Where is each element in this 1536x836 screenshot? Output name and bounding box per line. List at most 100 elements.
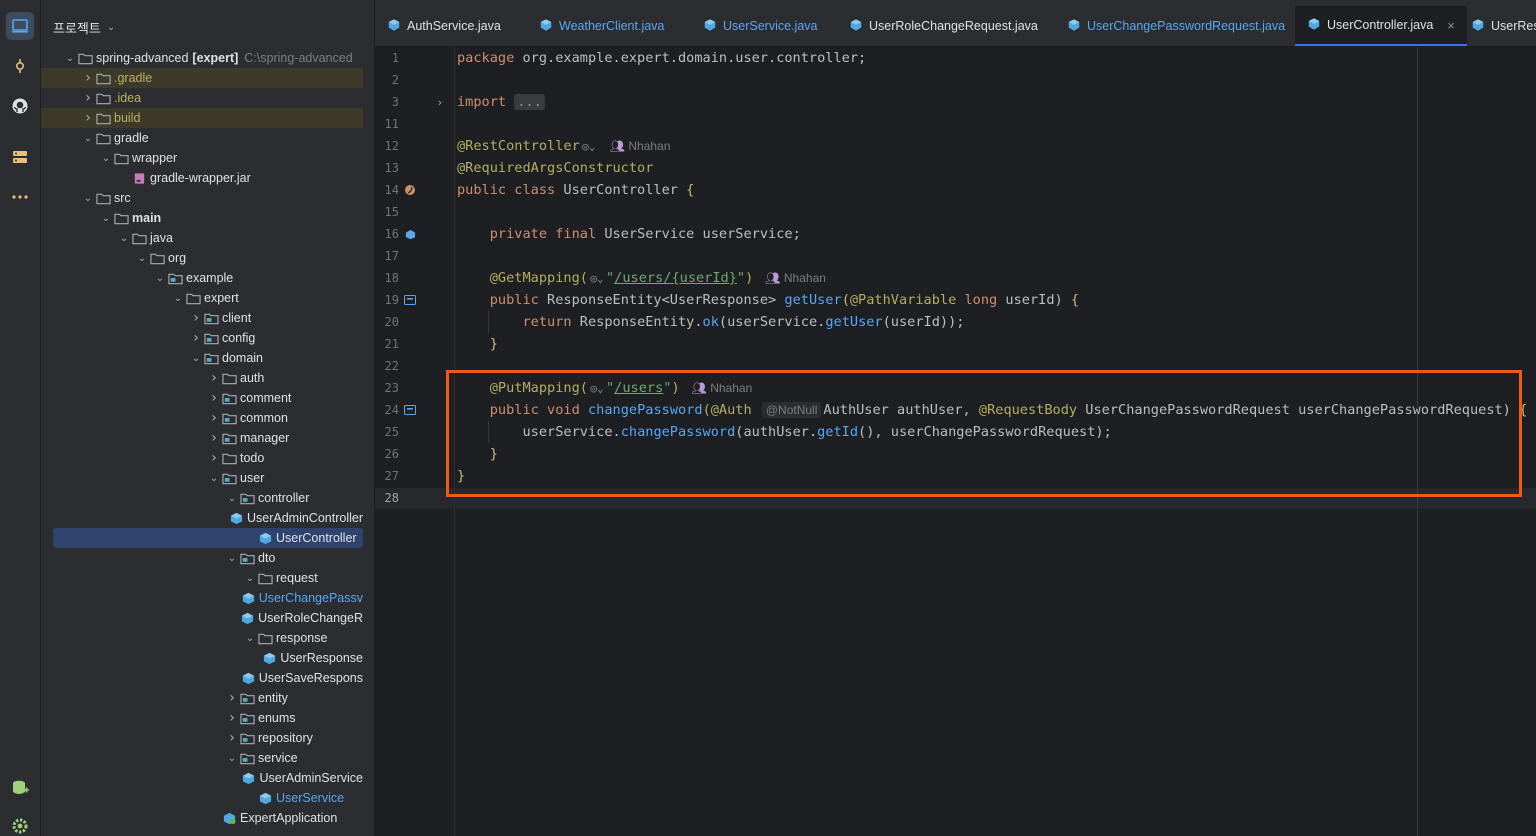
get-endpoint-link[interactable]: /users/{userId} xyxy=(614,270,737,286)
tree-item-expert[interactable]: ⌄ expert xyxy=(41,288,363,308)
web-globe-icon[interactable]: ◎⌄ xyxy=(588,268,606,290)
tree-item-domain[interactable]: ⌄ domain xyxy=(41,348,363,368)
tree-item-src[interactable]: ⌄ src xyxy=(41,188,363,208)
tree-item-manager[interactable]: › manager xyxy=(41,428,363,448)
chevron-right-icon[interactable]: › xyxy=(225,730,239,746)
tab-usercontroller-java[interactable]: UserController.java × xyxy=(1295,6,1467,46)
chevron-down-icon[interactable]: ⌄ xyxy=(225,493,239,504)
database-icon[interactable] xyxy=(6,774,34,802)
chevron-right-icon[interactable]: › xyxy=(225,710,239,726)
chevron-down-icon[interactable]: ⌄ xyxy=(207,473,221,484)
tree-item-example[interactable]: ⌄ example xyxy=(41,268,363,288)
folded-imports[interactable]: ... xyxy=(514,94,545,110)
chevron-down-icon[interactable]: ⌄ xyxy=(171,293,185,304)
chevron-down-icon[interactable]: ⌄ xyxy=(153,273,167,284)
tree-item-client[interactable]: › client xyxy=(41,308,363,328)
tree-item-usercontroller[interactable]: UserController xyxy=(53,528,363,548)
chevron-down-icon[interactable]: ⌄ xyxy=(81,193,95,204)
chevron-down-icon[interactable]: ⌄ xyxy=(99,213,113,224)
tree-item-org[interactable]: ⌄ org xyxy=(41,248,363,268)
tree-item-request[interactable]: ⌄ request xyxy=(41,568,363,588)
tree-item-main[interactable]: ⌄ main xyxy=(41,208,363,228)
chevron-right-icon[interactable]: › xyxy=(207,370,221,386)
tree-item-userservice[interactable]: UserService xyxy=(41,788,363,808)
tree-item-useradminservice[interactable]: UserAdminService xyxy=(41,768,363,788)
chevron-down-icon[interactable]: ⌄ xyxy=(225,553,239,564)
code-editor[interactable]: 1 2 3 11 12 13 14 15 16 17 18 19 20 21 22 23 24 25 26 27 28 … xyxy=(375,47,1536,836)
tree-item-build[interactable]: › build xyxy=(41,108,363,128)
spring-bean-icon[interactable] xyxy=(403,179,417,201)
tab-userservice-java[interactable]: UserService.java xyxy=(691,6,829,46)
tab-userresp[interactable]: UserResp xyxy=(1459,6,1536,46)
tree-item-controller[interactable]: ⌄ controller xyxy=(41,488,363,508)
tree-item-userrolechanger[interactable]: UserRoleChangeR xyxy=(41,608,363,628)
more-tools-icon[interactable] xyxy=(6,183,34,211)
settings-gear-icon[interactable] xyxy=(6,812,34,836)
tree-item-service[interactable]: ⌄ service xyxy=(41,748,363,768)
commit-icon[interactable] xyxy=(6,52,34,80)
chevron-right-icon[interactable]: › xyxy=(207,390,221,406)
tree-item-gradle[interactable]: ⌄ gradle xyxy=(41,128,363,148)
fold-expand-icon[interactable]: › xyxy=(433,91,447,113)
tree-item-entity[interactable]: › entity xyxy=(41,688,363,708)
chevron-right-icon[interactable]: › xyxy=(189,310,203,326)
tree-item-expertapplication[interactable]: ExpertApplication xyxy=(41,808,363,828)
line-number: 21 xyxy=(384,337,399,351)
tree-item-spring-advanced[interactable]: ⌄ spring-advanced [expert] C:\spring-advanc… xyxy=(41,48,363,68)
chevron-right-icon[interactable]: › xyxy=(81,70,95,86)
endpoint-icon[interactable] xyxy=(403,289,417,311)
java-class-icon xyxy=(1067,18,1081,35)
tree-item-repository[interactable]: › repository xyxy=(41,728,363,748)
tree-item-userresponse[interactable]: UserResponse xyxy=(41,648,363,668)
tree-item-todo[interactable]: › todo xyxy=(41,448,363,468)
chevron-down-icon[interactable]: ⌄ xyxy=(63,53,77,64)
tree-item-useradmincontroller[interactable]: UserAdminController xyxy=(41,508,363,528)
tab-weatherclient-java[interactable]: WeatherClient.java xyxy=(527,6,676,46)
line-number: 11 xyxy=(384,117,399,131)
tree-item-comment[interactable]: › comment xyxy=(41,388,363,408)
tree-item-label: UserService xyxy=(276,791,345,805)
chevron-right-icon[interactable]: › xyxy=(189,330,203,346)
endpoint-icon[interactable] xyxy=(403,399,417,421)
tree-item-dto[interactable]: ⌄ dto xyxy=(41,548,363,568)
chevron-down-icon[interactable]: ⌄ xyxy=(81,133,95,144)
tree-item-wrapper[interactable]: ⌄ wrapper xyxy=(41,148,363,168)
tree-item-java[interactable]: ⌄ java xyxy=(41,228,363,248)
tree-item-enums[interactable]: › enums xyxy=(41,708,363,728)
chevron-right-icon[interactable]: › xyxy=(225,690,239,706)
tree-item-idea[interactable]: › .idea xyxy=(41,88,363,108)
chevron-right-icon[interactable]: › xyxy=(81,110,95,126)
chevron-down-icon[interactable]: ⌄ xyxy=(225,753,239,764)
tree-item-userchangepassv[interactable]: UserChangePassv xyxy=(41,588,363,608)
tree-item-user[interactable]: ⌄ user xyxy=(41,468,363,488)
chevron-down-icon[interactable]: ⌄ xyxy=(243,573,257,584)
project-panel-header[interactable]: 프로젝트 ⌄ xyxy=(53,18,115,37)
chevron-right-icon[interactable]: › xyxy=(207,430,221,446)
web-globe-icon[interactable]: ◎⌄ xyxy=(580,136,598,158)
tree-item-gradle[interactable]: › .gradle xyxy=(41,68,363,88)
tree-item-label: ExpertApplication xyxy=(240,811,338,825)
chevron-down-icon[interactable]: ⌄ xyxy=(99,153,113,164)
injection-point-icon[interactable] xyxy=(403,223,417,245)
chevron-down-icon[interactable]: ⌄ xyxy=(189,353,203,364)
services-icon[interactable] xyxy=(6,143,34,171)
github-icon[interactable] xyxy=(6,92,34,120)
tree-item-auth[interactable]: › auth xyxy=(41,368,363,388)
chevron-down-icon[interactable]: ⌄ xyxy=(243,633,257,644)
tab-authservice-java[interactable]: AuthService.java xyxy=(375,6,513,46)
tree-item-usersaverespons[interactable]: UserSaveRespons xyxy=(41,668,363,688)
project-view-icon[interactable] xyxy=(6,12,34,40)
chevron-down-icon[interactable]: ⌄ xyxy=(135,253,149,264)
close-icon[interactable]: × xyxy=(1447,18,1455,33)
chevron-right-icon[interactable]: › xyxy=(81,90,95,106)
chevron-right-icon[interactable]: › xyxy=(207,410,221,426)
tree-item-config[interactable]: › config xyxy=(41,328,363,348)
tree-item-response[interactable]: ⌄ response xyxy=(41,628,363,648)
tab-userchangepasswordrequest-java[interactable]: UserChangePasswordRequest.java xyxy=(1055,6,1297,46)
tab-userrolechangerequest-java[interactable]: UserRoleChangeRequest.java xyxy=(837,6,1050,46)
chevron-right-icon[interactable]: › xyxy=(207,450,221,466)
chevron-down-icon[interactable]: ⌄ xyxy=(107,22,115,33)
tree-item-gradle-wrapper-jar[interactable]: gradle-wrapper.jar xyxy=(41,168,363,188)
tree-item-common[interactable]: › common xyxy=(41,408,363,428)
chevron-down-icon[interactable]: ⌄ xyxy=(117,233,131,244)
